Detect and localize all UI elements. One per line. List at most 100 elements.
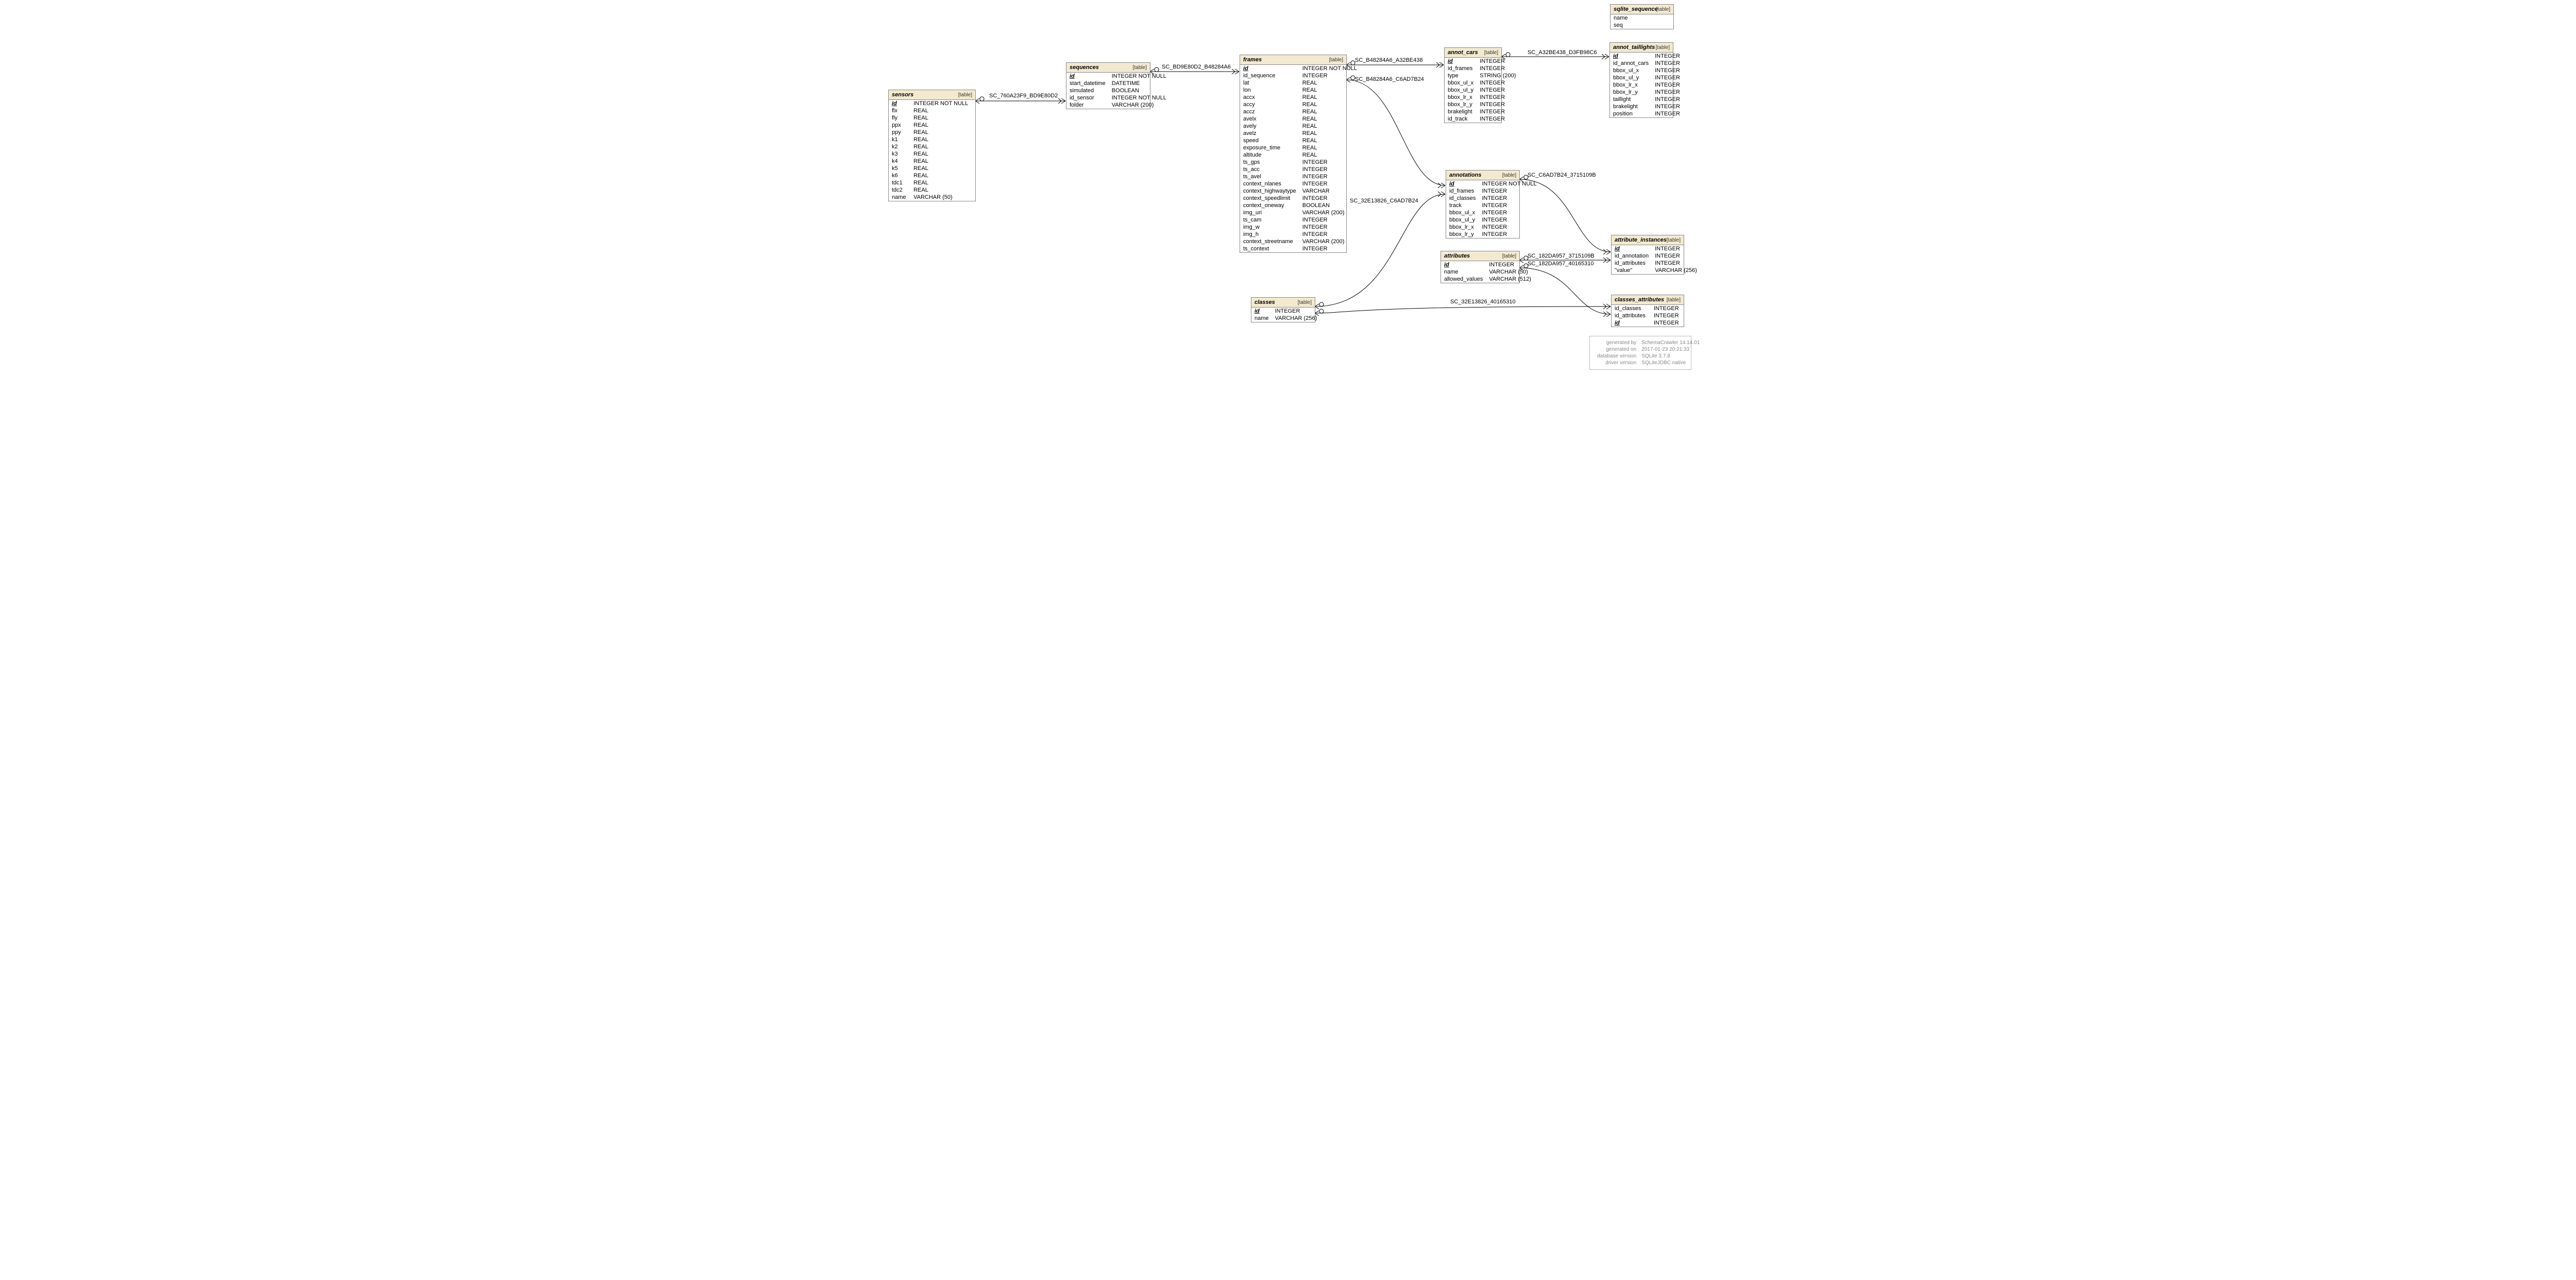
generator-info: generated bySchemaCrawler 14.14.01 gener… [1589,336,1691,370]
table-classes: classes[table] idINTEGERnameVARCHAR (256… [1251,297,1315,322]
column-name: avelz [1240,130,1299,137]
column-row: k1REAL [889,136,975,143]
rel-label: SC_C6AD7B24_3715109B [1528,172,1596,178]
column-row: ppxREAL [889,122,975,129]
column-row: name [1611,14,1673,22]
column-name: bbox_lr_y [1446,231,1479,238]
column-type [1659,22,1673,29]
info-value: SQLiteJDBC native [1639,360,1702,366]
column-row: typeSTRING (200) [1445,72,1519,79]
column-type: BOOLEAN [1109,87,1170,94]
table-title: classes_attributes [1615,297,1664,303]
table-body: idINTEGER NOT NULLflxREALflyREALppxREALp… [889,100,975,201]
column-type: REAL [910,150,975,158]
column-type: INTEGER [1651,305,1684,312]
column-type: INTEGER [1652,245,1700,252]
column-row: idINTEGER [1441,261,1534,268]
table-title: sequences [1070,64,1099,71]
column-name: id [1240,65,1299,72]
column-row: context_highwaytypeVARCHAR [1240,187,1360,195]
column-type: VARCHAR (256) [1272,315,1320,322]
column-row: idINTEGER [1612,245,1700,252]
column-type: INTEGER [1299,224,1360,231]
column-name: id_attributes [1612,260,1652,267]
info-label: generated by [1595,340,1638,346]
column-row: acczREAL [1240,108,1360,115]
table-annotations: annotations[table] idINTEGER NOT NULLid_… [1446,170,1520,238]
column-row: k6REAL [889,172,975,179]
table-tag: [table] [1502,173,1516,178]
column-row: avelyREAL [1240,123,1360,130]
column-name: bbox_lr_x [1610,81,1652,89]
column-type: REAL [910,136,975,143]
info-value: SchemaCrawler 14.14.01 [1639,340,1702,346]
column-type: REAL [910,143,975,150]
column-name: fly [889,114,910,122]
column-row: ts_camINTEGER [1240,216,1360,224]
column-name: bbox_ul_y [1445,87,1477,94]
column-row: ppyREAL [889,129,975,136]
column-row: speedREAL [1240,137,1360,144]
column-row: idINTEGER NOT NULL [889,100,975,107]
column-row: brakelightINTEGER [1610,103,1683,110]
column-name: avely [1240,123,1299,130]
table-tag: [table] [1133,65,1147,71]
column-row: brakelightINTEGER [1445,108,1519,115]
column-row: tdc1REAL [889,179,975,186]
column-type: INTEGER [1299,245,1360,252]
column-row: tdc2REAL [889,186,975,194]
column-name: context_streetname [1240,238,1299,245]
table-tag: [table] [1667,237,1681,243]
column-row: bbox_lr_yINTEGER [1445,101,1519,108]
column-row: ts_accINTEGER [1240,166,1360,173]
column-row: bbox_lr_xINTEGER [1446,224,1540,231]
column-row: k2REAL [889,143,975,150]
column-name: bbox_ul_x [1610,67,1652,74]
column-name: k3 [889,150,910,158]
column-type: REAL [1299,101,1360,108]
column-row: id_framesINTEGER [1445,65,1519,72]
table-title: sqlite_sequence [1614,6,1658,12]
column-name: id [1612,245,1652,252]
column-name: bbox_ul_y [1610,74,1652,81]
column-row: ts_contextINTEGER [1240,245,1360,252]
column-name: name [1611,14,1659,22]
column-name: k5 [889,165,910,172]
column-name: ts_avel [1240,173,1299,180]
column-row: idINTEGER [1612,319,1684,327]
column-type: REAL [1299,87,1360,94]
column-name: k1 [889,136,910,143]
column-type: INTEGER [1652,110,1683,117]
column-type: REAL [910,129,975,136]
column-type: VARCHAR (200) [1299,238,1360,245]
column-type: REAL [1299,137,1360,144]
column-type: INTEGER [1652,67,1683,74]
table-tag: [table] [1667,297,1681,303]
column-row: context_streetnameVARCHAR (200) [1240,238,1360,245]
column-row: avelzREAL [1240,130,1360,137]
column-row: bbox_lr_yINTEGER [1446,231,1540,238]
table-sensors: sensors[table] idINTEGER NOT NULLflxREAL… [888,90,976,201]
column-type: REAL [1299,151,1360,159]
column-type: INTEGER [1479,231,1539,238]
column-type: INTEGER [1652,96,1683,103]
column-name: bbox_lr_x [1446,224,1479,231]
table-classes-attributes: classes_attributes[table] id_classesINTE… [1611,295,1684,327]
column-row: bbox_ul_xINTEGER [1610,67,1683,74]
column-name: tdc2 [889,186,910,194]
column-type: INTEGER NOT NULL [1109,94,1170,101]
column-type: BOOLEAN [1299,202,1360,209]
column-type: INTEGER [1477,108,1519,115]
column-row: idINTEGER NOT NULL [1240,65,1360,72]
column-name: ppy [889,129,910,136]
column-name: id [1610,53,1652,60]
column-row: id_trackINTEGER [1445,115,1519,123]
column-name: bbox_lr_x [1445,94,1477,101]
diagram-canvas: SC_760A23F9_BD9E80D2 SC_BD9E80D2_B48284A… [884,0,1692,376]
column-name: bbox_lr_y [1610,89,1652,96]
column-type: REAL [910,172,975,179]
column-name: flx [889,107,910,114]
column-row: bbox_ul_yINTEGER [1610,74,1683,81]
table-tag: [table] [1656,7,1670,12]
column-type: INTEGER [1652,53,1683,60]
